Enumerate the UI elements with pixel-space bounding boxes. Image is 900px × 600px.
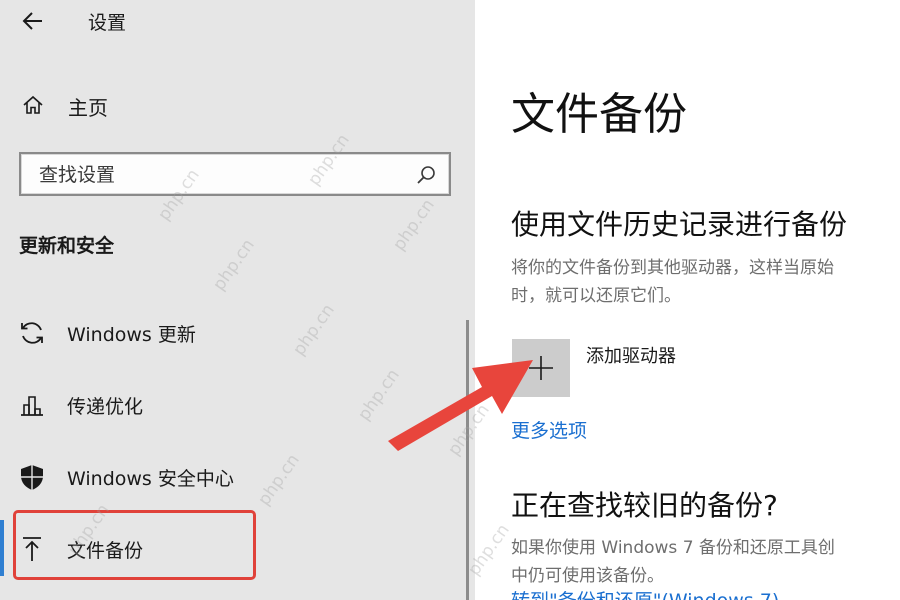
file-history-description: 将你的文件备份到其他驱动器，这样当原始 时，就可以还原它们。 xyxy=(511,254,900,310)
annotation-highlight-box xyxy=(13,510,256,580)
sidebar-item-label: Windows 更新 xyxy=(67,324,196,346)
description-line: 将你的文件备份到其他驱动器，这样当原始 xyxy=(511,258,834,278)
older-backup-description: 如果你使用 Windows 7 备份和还原工具创 中仍可使用该备份。 xyxy=(511,534,900,590)
sidebar-item-delivery-optimization[interactable]: 传递优化 xyxy=(0,378,470,430)
add-drive-tile[interactable] xyxy=(512,339,570,397)
sidebar-item-windows-security[interactable]: Windows 安全中心 xyxy=(0,450,470,502)
sidebar-item-home[interactable]: 主页 xyxy=(0,86,475,126)
page-title: 文件备份 xyxy=(511,89,687,140)
sync-icon xyxy=(21,322,43,344)
search-input[interactable] xyxy=(37,160,421,190)
sidebar-scrollbar[interactable] xyxy=(466,320,469,600)
add-drive-button[interactable]: 添加驱动器 xyxy=(511,338,841,400)
description-line: 如果你使用 Windows 7 备份和还原工具创 xyxy=(511,538,835,558)
main-content: 文件备份 使用文件历史记录进行备份 将你的文件备份到其他驱动器，这样当原始 时，… xyxy=(475,0,900,600)
plus-icon xyxy=(529,356,553,380)
search-box[interactable] xyxy=(19,152,451,196)
backup-restore-link[interactable]: 转到"备份和还原"(Windows 7) xyxy=(511,586,779,600)
file-history-heading: 使用文件历史记录进行备份 xyxy=(511,208,848,241)
sidebar: 设置 主页 更新和安全 Windows 更新 传递优化 xyxy=(0,0,475,600)
section-heading: 更新和安全 xyxy=(19,235,115,257)
delivery-optimization-icon xyxy=(21,396,43,416)
sidebar-item-windows-update[interactable]: Windows 更新 xyxy=(0,306,470,358)
back-button[interactable] xyxy=(16,6,50,36)
home-icon xyxy=(23,95,43,114)
shield-icon xyxy=(21,465,43,490)
sidebar-item-label: 主页 xyxy=(68,96,108,120)
sidebar-item-label: Windows 安全中心 xyxy=(67,468,234,490)
back-arrow-icon xyxy=(22,12,42,30)
window-title: 设置 xyxy=(88,12,127,34)
sidebar-item-label: 传递优化 xyxy=(67,396,144,418)
older-backup-heading: 正在查找较旧的备份? xyxy=(511,489,778,522)
description-line: 时，就可以还原它们。 xyxy=(511,286,681,306)
more-options-link[interactable]: 更多选项 xyxy=(511,416,587,443)
search-icon[interactable] xyxy=(415,164,437,186)
add-drive-label: 添加驱动器 xyxy=(586,346,676,367)
